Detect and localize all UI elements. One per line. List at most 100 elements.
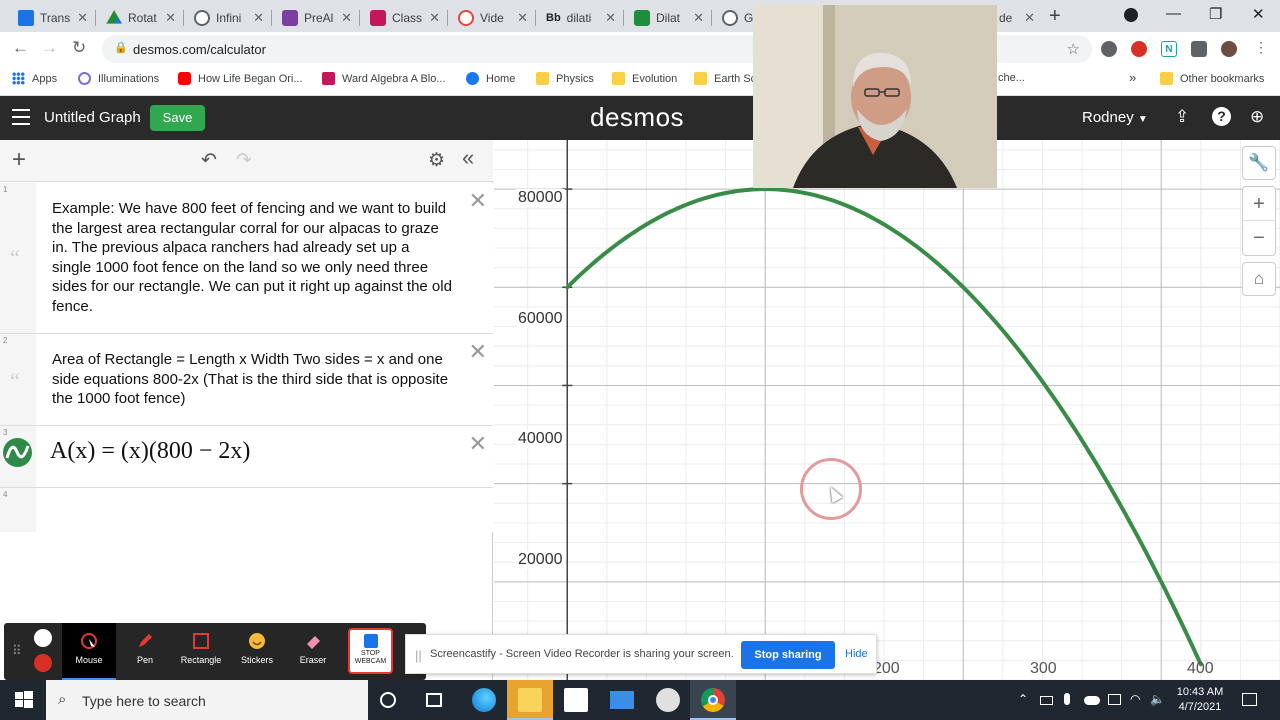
bookmark-star-icon[interactable]: ☆ <box>1067 40 1080 58</box>
bookmark-ward-algebra[interactable]: Ward Algebra A Blo... <box>322 72 446 85</box>
store-icon[interactable] <box>564 688 588 712</box>
graph-paper[interactable]: 80000 60000 40000 20000 200 300 400 🔧 + … <box>494 140 1280 680</box>
delete-item-icon[interactable]: ✕ <box>469 431 487 457</box>
pause-icon[interactable] <box>34 629 52 647</box>
snip-icon[interactable] <box>656 688 680 712</box>
microphone-icon[interactable] <box>1064 693 1070 705</box>
nearpod-icon[interactable]: N <box>1161 41 1177 57</box>
empty-expression-item[interactable]: 4 <box>0 488 493 532</box>
zoom-out-icon[interactable]: − <box>1243 221 1275 255</box>
close-tab-icon[interactable]: ✕ <box>165 10 176 26</box>
note-text[interactable]: Example: We have 800 feet of fencing and… <box>52 199 452 317</box>
edge-icon[interactable] <box>472 688 496 712</box>
stop-recording-icon[interactable] <box>34 654 52 672</box>
drag-handle-icon[interactable]: || <box>415 648 422 663</box>
minimize-icon[interactable]: — <box>1166 5 1181 22</box>
bookmark-folder-evolution[interactable]: Evolution <box>612 72 677 85</box>
battery-icon[interactable] <box>1040 696 1053 705</box>
delete-item-icon[interactable]: ✕ <box>469 339 487 365</box>
delete-item-icon[interactable]: ✕ <box>469 188 487 214</box>
screencastify-icon[interactable] <box>1131 41 1147 57</box>
close-tab-icon[interactable]: ✕ <box>429 10 440 26</box>
reload-icon[interactable]: ↻ <box>72 38 86 58</box>
tool-rectangle[interactable]: Rectangle <box>174 623 228 680</box>
notification-area-icon[interactable] <box>1108 694 1121 705</box>
close-tab-icon[interactable]: ✕ <box>253 10 264 26</box>
graph-canvas[interactable] <box>494 140 1280 680</box>
close-tab-icon[interactable]: ✕ <box>693 10 704 26</box>
close-tab-icon[interactable]: ✕ <box>341 10 352 26</box>
close-tab-icon[interactable]: ✕ <box>605 10 616 26</box>
graph-settings-wrench-icon[interactable]: 🔧 <box>1242 146 1276 180</box>
close-window-icon[interactable]: ✕ <box>1252 5 1265 23</box>
zoom-in-icon[interactable]: + <box>1243 187 1275 221</box>
settings-gear-icon[interactable]: ⚙ <box>428 149 445 172</box>
action-center-icon[interactable] <box>1242 693 1257 706</box>
hide-button[interactable]: Hide <box>845 648 868 660</box>
note-text[interactable]: Area of Rectangle = Length x Width Two s… <box>52 350 452 409</box>
bookmark-how-life-began[interactable]: How Life Began Ori... <box>178 72 303 85</box>
add-item-icon[interactable]: + <box>12 146 26 174</box>
bookmark-illuminations[interactable]: Illuminations <box>78 72 159 85</box>
browser-tab[interactable]: de ✕ <box>997 4 1039 32</box>
graph-visibility-icon[interactable] <box>3 438 32 467</box>
browser-tab[interactable]: Rotat ✕ <box>96 4 182 32</box>
bookmark-other[interactable]: Other bookmarks <box>1160 72 1264 85</box>
collapse-panel-icon[interactable]: « <box>462 145 474 171</box>
chrome-menu-icon[interactable]: ⋮ <box>1254 39 1268 56</box>
system-clock[interactable]: 10:43 AM 4/7/2021 <box>1170 685 1230 715</box>
default-view-home-icon[interactable]: ⌂ <box>1242 262 1276 296</box>
onedrive-icon[interactable] <box>1084 696 1100 705</box>
tool-mouse[interactable]: Mouse <box>62 623 116 680</box>
browser-tab[interactable]: Vide ✕ <box>448 4 534 32</box>
close-tab-icon[interactable]: ✕ <box>77 10 88 26</box>
save-button[interactable]: Save <box>150 105 205 131</box>
task-view-icon[interactable] <box>426 693 442 707</box>
help-icon[interactable]: ? <box>1212 107 1231 126</box>
close-tab-icon[interactable]: ✕ <box>1024 10 1035 26</box>
more-bookmarks-icon[interactable]: » <box>1129 70 1136 85</box>
close-tab-icon[interactable]: ✕ <box>517 10 528 26</box>
extensions-puzzle-icon[interactable] <box>1191 41 1207 57</box>
user-menu[interactable]: Rodney ▼ <box>1082 109 1148 126</box>
stop-webcam-button[interactable]: STOP WEBCAM <box>348 628 393 674</box>
browser-tab[interactable]: PreAl ✕ <box>272 4 358 32</box>
expression-math[interactable]: A(x) = (x)(800 − 2x) <box>50 438 250 465</box>
new-tab-icon[interactable]: + <box>1049 5 1061 28</box>
browser-tab[interactable]: Class ✕ <box>360 4 446 32</box>
drag-handle-icon[interactable]: ⠿ <box>12 643 22 659</box>
note-item[interactable]: 1 “ Example: We have 800 feet of fencing… <box>0 183 493 334</box>
cortana-icon[interactable] <box>380 692 396 708</box>
mail-icon[interactable] <box>610 691 634 709</box>
webcam-overlay[interactable] <box>753 5 997 188</box>
browser-tab[interactable]: Infini ✕ <box>184 4 270 32</box>
back-icon[interactable]: ← <box>12 38 29 58</box>
restore-icon[interactable]: ❐ <box>1209 5 1222 23</box>
extension-icon[interactable] <box>1101 41 1117 57</box>
note-item[interactable]: 2 “ Area of Rectangle = Length x Width T… <box>0 334 493 426</box>
volume-icon[interactable]: 🔈 <box>1150 692 1165 706</box>
tab-search-icon[interactable] <box>1124 8 1138 22</box>
share-icon[interactable]: ⇪ <box>1175 107 1189 127</box>
graph-title[interactable]: Untitled Graph <box>44 109 141 126</box>
browser-tab[interactable]: Bb dilati ✕ <box>536 4 622 32</box>
tool-pen[interactable]: Pen <box>118 623 172 680</box>
undo-icon[interactable]: ↶ <box>201 149 217 172</box>
bookmark-apps[interactable]: Apps <box>12 72 57 85</box>
bookmark-folder-earth-sc[interactable]: Earth Sc <box>694 72 756 85</box>
browser-tab[interactable]: Dilat ✕ <box>624 4 710 32</box>
wifi-icon[interactable]: ◠ <box>1130 692 1140 706</box>
redo-icon[interactable]: ↷ <box>236 149 252 172</box>
show-hidden-icons[interactable]: ⌃ <box>1018 692 1028 706</box>
profile-avatar[interactable] <box>1221 41 1237 57</box>
tool-eraser[interactable]: Eraser <box>286 623 340 680</box>
stop-sharing-button[interactable]: Stop sharing <box>741 641 835 669</box>
taskbar-search[interactable]: ⌕ Type here to search <box>46 680 368 720</box>
bookmark-home[interactable]: Home <box>466 72 515 85</box>
hamburger-menu-icon[interactable] <box>12 109 30 125</box>
bookmark-folder-physics[interactable]: Physics <box>536 72 594 85</box>
tool-stickers[interactable]: Stickers <box>230 623 284 680</box>
browser-tab[interactable]: Trans ✕ <box>8 4 94 32</box>
windows-start-icon[interactable] <box>12 688 36 712</box>
bookmark-fragment[interactable]: che... <box>998 72 1025 84</box>
